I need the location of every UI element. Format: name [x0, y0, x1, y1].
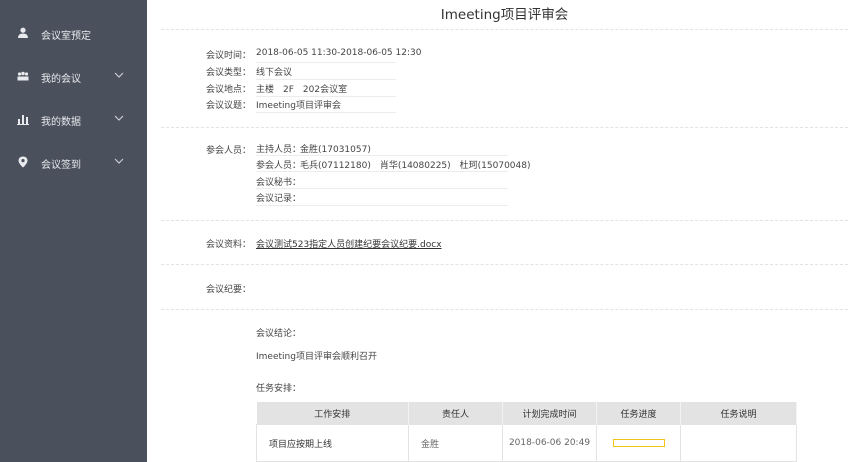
meeting-topic-label: 会议议题：	[206, 101, 252, 111]
task-due-cell: 2018-06-06 20:49	[502, 424, 597, 462]
column-header: 任务进度	[596, 402, 681, 425]
divider	[161, 309, 848, 310]
column-header: 计划完成时间	[502, 402, 597, 425]
meeting-type-value: 线下会议	[256, 68, 293, 78]
conclusion-value: Imeeting项目评审会顺利召开	[256, 352, 377, 362]
meeting-time-label: 会议时间：	[206, 51, 252, 61]
task-note-cell	[680, 424, 797, 462]
table-row: 项目应按期上线 金胜 2018-06-06 20:49	[256, 424, 797, 462]
progress-bar	[612, 439, 665, 447]
underline	[256, 205, 508, 206]
underline	[256, 112, 396, 113]
chevron-down-icon	[114, 115, 124, 121]
divider	[161, 127, 848, 128]
secretary-label: 会议秘书：	[256, 178, 302, 188]
conclusion-label: 会议结论：	[256, 329, 302, 339]
chevron-down-icon	[114, 72, 124, 78]
sidebar-item-label: 会议签到	[41, 160, 81, 171]
bar-chart-icon	[17, 115, 29, 125]
meeting-detail-panel: Imeeting项目评审会	[147, 0, 862, 462]
sidebar-item-label: 我的会议	[41, 74, 81, 85]
column-header: 责任人	[408, 402, 503, 425]
sidebar-item-my-meetings[interactable]: 我的会议	[0, 66, 147, 88]
divider	[161, 220, 848, 221]
task-work-cell: 项目应按期上线	[256, 424, 409, 462]
sidebar-item-room-booking[interactable]: 会议室预定	[0, 23, 147, 45]
sidebar-item-my-data[interactable]: 我的数据	[0, 109, 147, 131]
underline	[256, 188, 508, 189]
divider	[161, 264, 848, 265]
underline	[256, 62, 396, 63]
tasks-table: 工作安排 责任人 计划完成时间 任务进度 任务说明 项目应按期上线 金胜 201…	[256, 402, 797, 462]
attendees-value: 毛兵(07112180) 肖华(14080225) 杜珂(15070048)	[300, 161, 531, 171]
meeting-time-value: 2018-06-05 11:30-2018-06-05 12:30	[256, 48, 422, 58]
task-owner-cell: 金胜	[408, 424, 503, 462]
group-icon	[17, 71, 29, 81]
host-label: 主持人员：	[256, 145, 302, 155]
attendees-label: 参会人员：	[256, 161, 302, 171]
chevron-down-icon	[114, 158, 124, 164]
meeting-location-value: 主楼 2F 202会议室	[256, 85, 348, 95]
location-pin-icon	[18, 156, 28, 168]
participants-label: 参会人员：	[206, 146, 252, 156]
host-value: 金胜(17031057)	[300, 145, 371, 155]
page-title: Imeeting项目评审会	[440, 7, 569, 23]
sidebar-item-label: 我的数据	[41, 117, 81, 128]
minutes-label: 会议纪要：	[206, 285, 252, 295]
sidebar: 会议室预定 我的会议 我的数据 会议签到	[0, 0, 147, 462]
divider	[161, 29, 848, 30]
underline	[256, 171, 508, 172]
materials-file-link[interactable]: 会议测试523指定人员创建纪要会议纪要.docx	[256, 237, 442, 250]
sidebar-item-label: 会议室预定	[41, 31, 91, 42]
underline	[256, 155, 508, 156]
underline	[256, 79, 396, 80]
tasks-label: 任务安排：	[256, 384, 302, 394]
column-header: 任务说明	[680, 402, 797, 425]
task-progress-cell	[596, 424, 681, 462]
column-header: 工作安排	[256, 402, 409, 425]
user-icon	[18, 27, 28, 38]
meeting-type-label: 会议类型：	[206, 68, 252, 78]
recorder-label: 会议记录：	[256, 194, 302, 204]
sidebar-item-check-in[interactable]: 会议签到	[0, 152, 147, 174]
materials-label: 会议资料：	[206, 240, 252, 250]
meeting-location-label: 会议地点：	[206, 85, 252, 95]
table-header-row: 工作安排 责任人 计划完成时间 任务进度 任务说明	[256, 402, 797, 425]
underline	[256, 96, 396, 97]
meeting-topic-value: Imeeting项目评审会	[256, 101, 341, 111]
